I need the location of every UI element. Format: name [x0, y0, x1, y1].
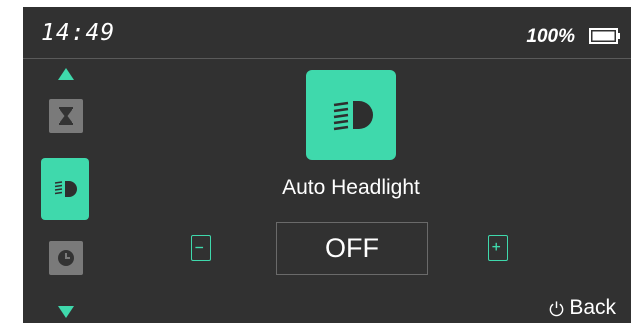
headlight-icon [333, 101, 373, 131]
sidebar-item-timer[interactable] [49, 99, 83, 133]
battery-percent: 100% [526, 26, 575, 47]
back-label: Back [569, 296, 616, 319]
status-bar: 14:49 100% [23, 7, 631, 59]
setting-value[interactable]: OFF [276, 222, 428, 275]
scroll-down-arrow-icon[interactable] [57, 305, 75, 319]
power-icon [549, 300, 564, 316]
feature-title: Auto Headlight [282, 176, 420, 199]
device-screen: 14:49 100% Auto Headlight OFF Back [23, 7, 631, 323]
minus-icon [195, 246, 204, 249]
scroll-up-arrow-icon[interactable] [57, 67, 75, 81]
battery-icon [589, 28, 620, 44]
feature-tile [306, 70, 396, 160]
increase-button[interactable] [488, 235, 508, 261]
clock-icon [58, 250, 74, 266]
sidebar-item-clock[interactable] [49, 241, 83, 275]
clock-time: 14:49 [41, 20, 116, 46]
decrease-button[interactable] [191, 235, 211, 261]
back-button[interactable]: Back [548, 296, 616, 320]
hourglass-icon [59, 107, 73, 125]
plus-icon [492, 242, 501, 251]
